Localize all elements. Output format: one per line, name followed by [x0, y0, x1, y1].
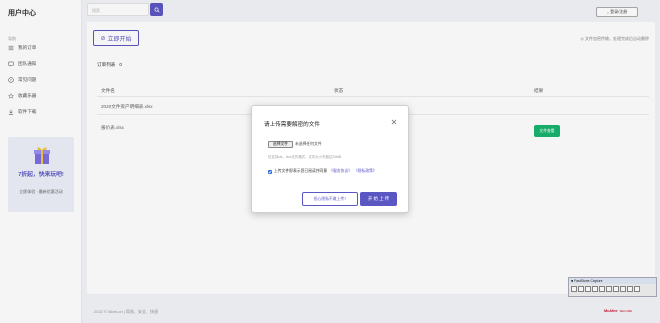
service-agreement-link[interactable]: 《服务协议》	[329, 169, 352, 174]
upload-dialog: 请上传需要解密的文件 选择文件 未选择任何文件 仅支持xls、xlsx文件格式，…	[251, 105, 409, 213]
dialog-title: 请上传需要解密的文件	[264, 122, 320, 128]
upload-hint: 仅支持xls、xlsx文件格式，文件大小不超过20MB	[268, 155, 342, 159]
privacy-policy-link[interactable]: 《隐私政策》	[354, 169, 377, 174]
agree-checkbox[interactable]	[268, 169, 272, 174]
agreement-text: 上传文件即表示您已阅读并同意	[274, 169, 328, 173]
checkmark-icon	[268, 170, 272, 174]
start-upload-button[interactable]: 开 始 上 传	[360, 192, 397, 206]
agreement-row: 上传文件即表示您已阅读并同意 《服务协议》 《隐私政策》	[268, 169, 377, 174]
no-file-label: 未选择任何文件	[295, 142, 322, 146]
privacy-concern-button[interactable]: 担心隐私不敢上传?	[302, 192, 358, 206]
choose-file-button[interactable]: 选择文件	[268, 141, 293, 148]
close-icon[interactable]	[391, 119, 397, 125]
